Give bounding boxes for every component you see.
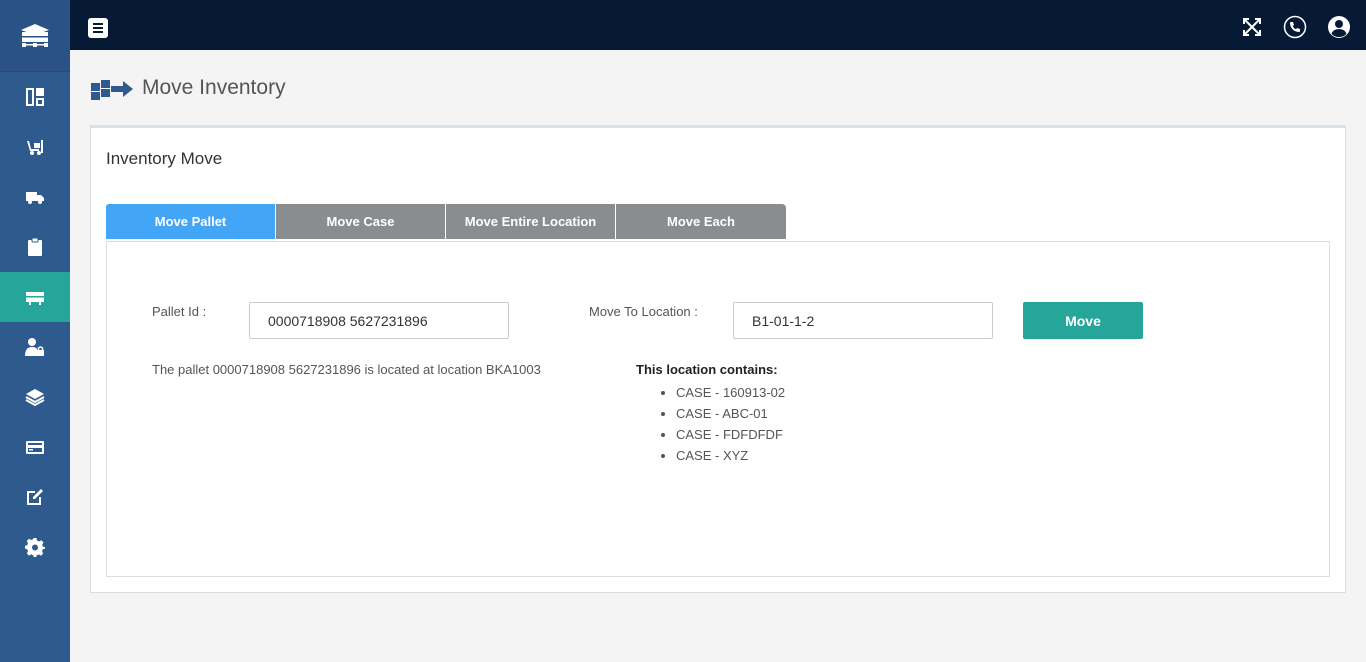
list-item: CASE - XYZ xyxy=(676,445,785,466)
truck-icon xyxy=(26,192,44,204)
clipboard-icon xyxy=(28,237,42,256)
panel-title: Inventory Move xyxy=(106,149,223,168)
sidebar-item-shipping[interactable] xyxy=(0,172,70,222)
layers-icon xyxy=(25,389,45,407)
inventory-move-panel: Inventory Move Move Pallet Move Case Mov… xyxy=(90,125,1346,593)
page-title: Move Inventory xyxy=(142,76,286,99)
warehouse-logo-icon xyxy=(21,23,49,47)
top-bar xyxy=(70,0,1366,50)
edit-icon xyxy=(27,489,43,505)
sidebar-item-billing[interactable] xyxy=(0,422,70,472)
sidebar xyxy=(0,0,70,662)
user-icon xyxy=(1328,16,1350,38)
tab-move-each[interactable]: Move Each xyxy=(616,204,786,239)
tab-move-case[interactable]: Move Case xyxy=(276,204,446,239)
list-item: CASE - 160913-02 xyxy=(676,382,785,403)
sidebar-item-layers[interactable] xyxy=(0,372,70,422)
dashboard-icon xyxy=(26,88,44,106)
sidebar-item-receiving[interactable] xyxy=(0,122,70,172)
move-to-location-label: Move To Location : xyxy=(589,304,698,319)
sidebar-item-edit[interactable] xyxy=(0,472,70,522)
list-item: CASE - FDFDFDF xyxy=(676,424,785,445)
support-call-button[interactable] xyxy=(1283,15,1307,39)
move-inventory-icon xyxy=(91,80,133,100)
card-icon xyxy=(26,441,44,454)
location-contents: This location contains: CASE - 160913-02… xyxy=(636,362,785,466)
sidebar-item-inventory[interactable] xyxy=(0,272,70,322)
pallet-location-message: The pallet 0000718908 5627231896 is loca… xyxy=(152,362,541,377)
move-button[interactable]: Move xyxy=(1023,302,1143,339)
tab-move-pallet[interactable]: Move Pallet xyxy=(106,204,276,239)
move-to-location-input[interactable] xyxy=(733,302,993,339)
page-header: Move Inventory xyxy=(90,72,286,104)
fullscreen-button[interactable] xyxy=(1240,15,1264,39)
phone-icon xyxy=(1283,15,1307,39)
tab-move-entire-location[interactable]: Move Entire Location xyxy=(446,204,616,239)
gear-icon xyxy=(25,538,45,557)
forklift-icon xyxy=(27,140,43,155)
user-profile-button[interactable] xyxy=(1327,15,1351,39)
inventory-move-icon xyxy=(26,292,44,305)
menu-toggle-button[interactable] xyxy=(88,18,108,38)
fullscreen-icon xyxy=(1243,18,1261,36)
menu-icon-line xyxy=(93,27,103,29)
location-contents-list: CASE - 160913-02 CASE - ABC-01 CASE - FD… xyxy=(676,382,785,466)
pallet-id-label: Pallet Id : xyxy=(152,304,207,319)
tab-content: Pallet Id : Move To Location : Move The … xyxy=(106,241,1330,577)
user-lock-icon xyxy=(25,338,44,356)
sidebar-item-users[interactable] xyxy=(0,322,70,372)
sidebar-item-settings[interactable] xyxy=(0,522,70,572)
menu-icon-line xyxy=(93,23,103,25)
move-tabs: Move Pallet Move Case Move Entire Locati… xyxy=(106,204,786,239)
list-item: CASE - ABC-01 xyxy=(676,403,785,424)
pallet-id-input[interactable] xyxy=(249,302,509,339)
menu-icon-line xyxy=(93,31,103,33)
sidebar-item-orders[interactable] xyxy=(0,222,70,272)
sidebar-item-dashboard[interactable] xyxy=(0,72,70,122)
app-logo[interactable] xyxy=(0,0,70,72)
location-contents-title: This location contains: xyxy=(636,362,778,377)
